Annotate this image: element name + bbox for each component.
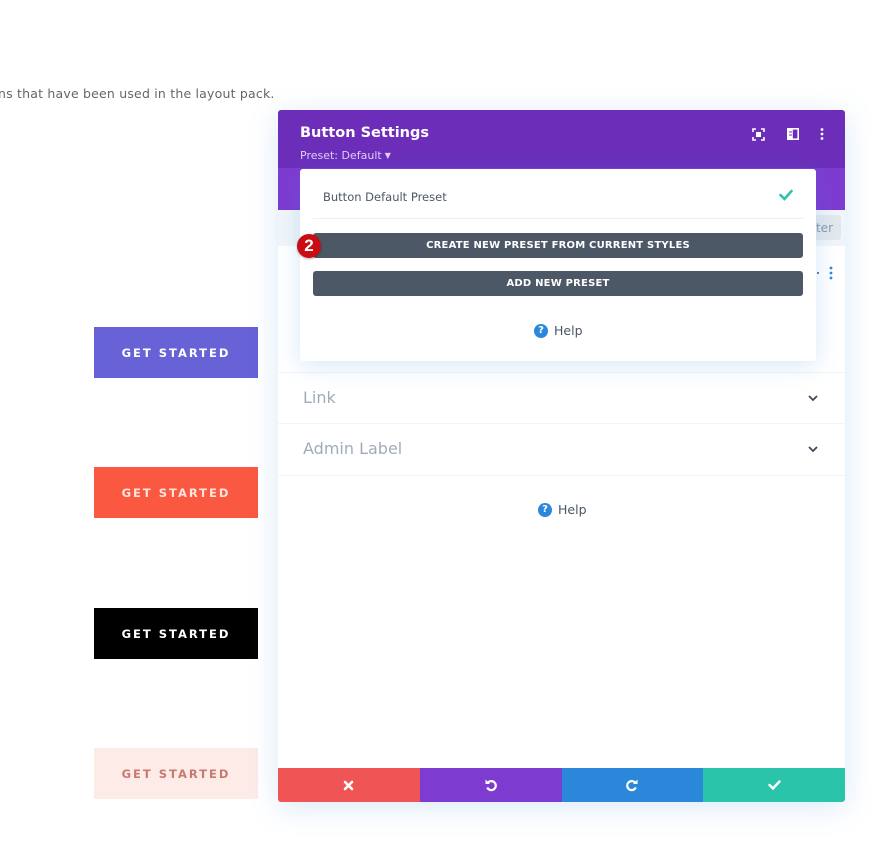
get-started-button-purple[interactable]: GET STARTED [94, 327, 258, 378]
save-button[interactable] [703, 768, 845, 802]
group-options-icon[interactable] [829, 266, 833, 280]
intro-paragraph: ns that have been used in the layout pac… [0, 86, 275, 101]
section-admin-label[interactable]: Admin Label [278, 424, 845, 476]
redo-icon [626, 779, 638, 792]
help-icon: ? [538, 502, 552, 517]
toggle-indicator [817, 272, 819, 274]
dropdown-help-label: Help [554, 323, 583, 338]
modal-footer [278, 768, 845, 802]
check-icon [767, 780, 781, 790]
close-icon [344, 780, 354, 790]
preset-selector-label: Preset: Default [300, 149, 382, 162]
chevron-down-icon [808, 395, 818, 402]
check-icon [779, 189, 793, 201]
caret-down-icon: ▼ [384, 151, 391, 160]
chevron-down-icon [808, 446, 818, 453]
get-started-button-orange[interactable]: GET STARTED [94, 467, 258, 518]
preset-option-default[interactable]: Button Default Preset [313, 169, 803, 219]
modal-title: Button Settings [300, 125, 430, 141]
preset-option-label: Button Default Preset [323, 190, 447, 204]
more-options-icon[interactable] [815, 127, 829, 141]
get-started-button-black[interactable]: GET STARTED [94, 608, 258, 659]
step-number-badge: 2 [297, 234, 321, 258]
section-admin-label-label: Admin Label [303, 439, 403, 458]
add-new-preset-button[interactable]: ADD NEW PRESET [313, 271, 803, 296]
get-started-button-pink[interactable]: GET STARTED [94, 748, 258, 799]
help-label: Help [558, 502, 587, 517]
focus-mode-icon[interactable] [751, 127, 765, 141]
help-icon: ? [534, 323, 548, 338]
create-preset-from-styles-button[interactable]: CREATE NEW PRESET FROM CURRENT STYLES [313, 233, 803, 258]
preset-dropdown: Button Default Preset CREATE NEW PRESET … [300, 169, 816, 361]
redo-button[interactable] [561, 768, 704, 802]
undo-button[interactable] [419, 768, 562, 802]
split-view-icon[interactable] [786, 127, 800, 141]
dropdown-help-link[interactable]: ? Help [534, 323, 583, 338]
help-link[interactable]: ? Help [538, 502, 587, 517]
undo-icon [485, 779, 497, 792]
modal-header: Button Settings Preset: Default ▼ [278, 110, 845, 168]
preset-selector[interactable]: Preset: Default ▼ [300, 149, 391, 162]
section-link-label: Link [303, 388, 336, 407]
section-link[interactable]: Link [278, 372, 845, 424]
discard-button[interactable] [278, 768, 420, 802]
